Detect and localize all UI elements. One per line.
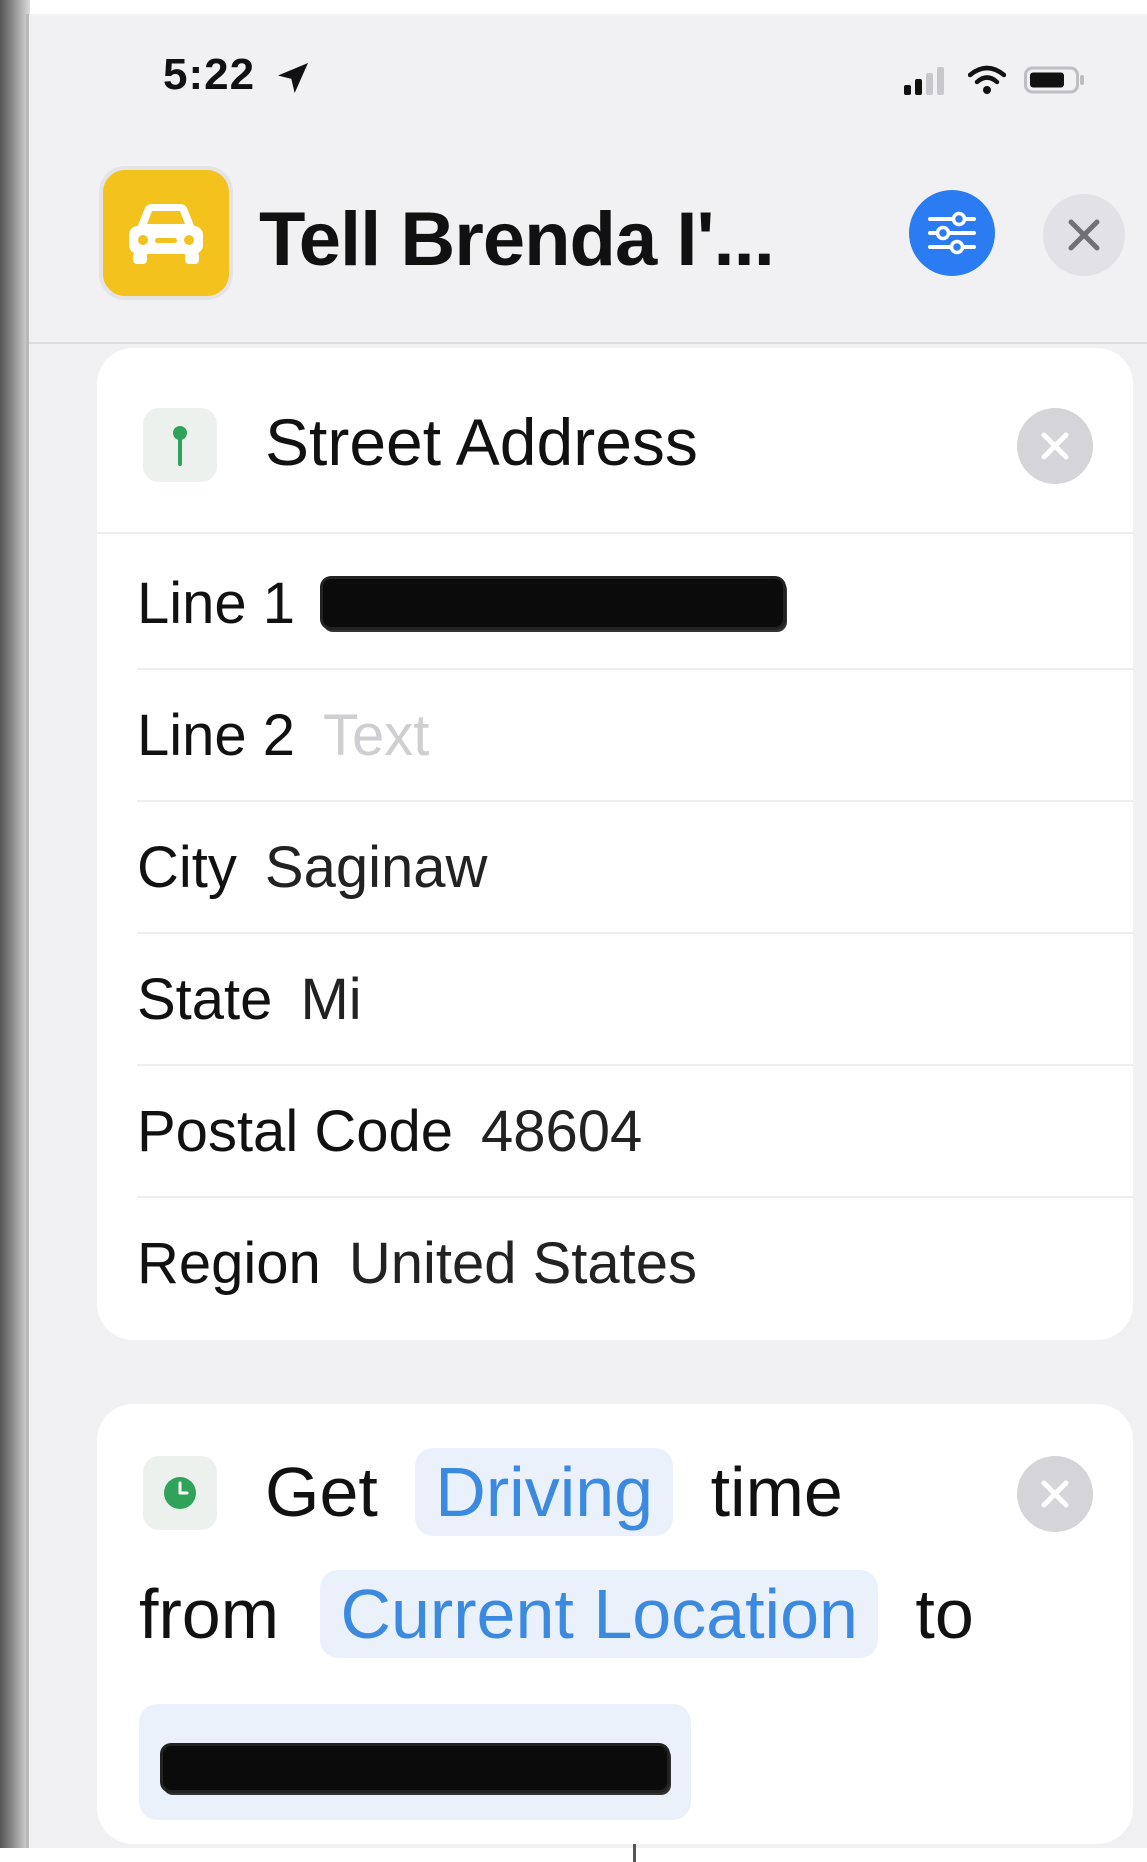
address-field-postal-code[interactable]: Postal Code 48604 (137, 1066, 1133, 1198)
close-icon (1068, 219, 1100, 251)
location-arrow-icon (278, 63, 308, 93)
word-from: from (139, 1575, 279, 1653)
field-label: Line 1 (137, 570, 296, 636)
close-icon (1041, 1480, 1069, 1508)
close-icon (1041, 432, 1069, 460)
field-label: City (137, 834, 237, 900)
address-field-line2[interactable]: Line 2 Text (137, 670, 1133, 802)
origin-token[interactable]: Current Location (320, 1570, 878, 1658)
redacted-line1-value (323, 579, 784, 627)
remove-action-button[interactable] (1017, 1456, 1093, 1532)
get-travel-time-action: Get Driving time from Current Location t… (97, 1404, 1133, 1844)
address-field-state[interactable]: State Mi (137, 934, 1133, 1066)
wifi-icon (968, 65, 1006, 94)
shortcut-settings-button[interactable] (909, 190, 995, 276)
redacted-destination (163, 1745, 667, 1790)
map-pin-icon (143, 408, 217, 482)
state-value[interactable]: Mi (300, 966, 361, 1033)
clock-icon (143, 1456, 217, 1530)
field-label: Region (137, 1230, 321, 1296)
street-address-action: Street Address Line 1 Line 2 Text City S… (97, 348, 1133, 1340)
field-label: Postal Code (137, 1098, 453, 1164)
sliders-icon (928, 211, 976, 255)
close-button[interactable] (1043, 194, 1125, 276)
signal-icon (904, 67, 944, 95)
city-value[interactable]: Saginaw (265, 834, 487, 901)
postal-code-value[interactable]: 48604 (481, 1098, 642, 1165)
address-field-region[interactable]: Region United States (137, 1198, 1133, 1328)
status-bar: 5:22 (29, 14, 1147, 134)
address-field-line1[interactable]: Line 1 (137, 538, 1133, 670)
region-value[interactable]: United States (349, 1230, 697, 1297)
street-address-title: Street Address (265, 405, 698, 479)
word-get: Get (265, 1453, 378, 1531)
line2-placeholder[interactable]: Text (323, 702, 429, 769)
battery-icon (1024, 66, 1084, 94)
phone-screen: 5:22 Tell Brenda I'... Street Address Li… (26, 14, 1147, 1862)
shortcut-header: Tell Brenda I'... (29, 134, 1147, 344)
shortcut-title[interactable]: Tell Brenda I'... (259, 196, 775, 283)
word-to: to (915, 1575, 974, 1653)
shortcut-app-icon[interactable] (99, 166, 233, 300)
word-time: time (710, 1453, 843, 1531)
status-time: 5:22 (163, 50, 256, 99)
travel-time-line-3 (139, 1704, 691, 1820)
address-field-city[interactable]: City Saginaw (137, 802, 1133, 934)
travel-time-line-2: from Current Location to (139, 1570, 974, 1658)
street-address-header: Street Address (97, 348, 1133, 534)
travel-mode-token[interactable]: Driving (415, 1448, 674, 1536)
destination-token[interactable] (139, 1704, 691, 1820)
field-label: Line 2 (137, 702, 296, 768)
remove-action-button[interactable] (1017, 408, 1093, 484)
status-icons (904, 60, 1086, 100)
scroll-indicator (633, 1844, 636, 1862)
car-icon (129, 204, 203, 264)
travel-time-line-1: Get Driving time (265, 1448, 843, 1536)
field-label: State (137, 966, 273, 1032)
